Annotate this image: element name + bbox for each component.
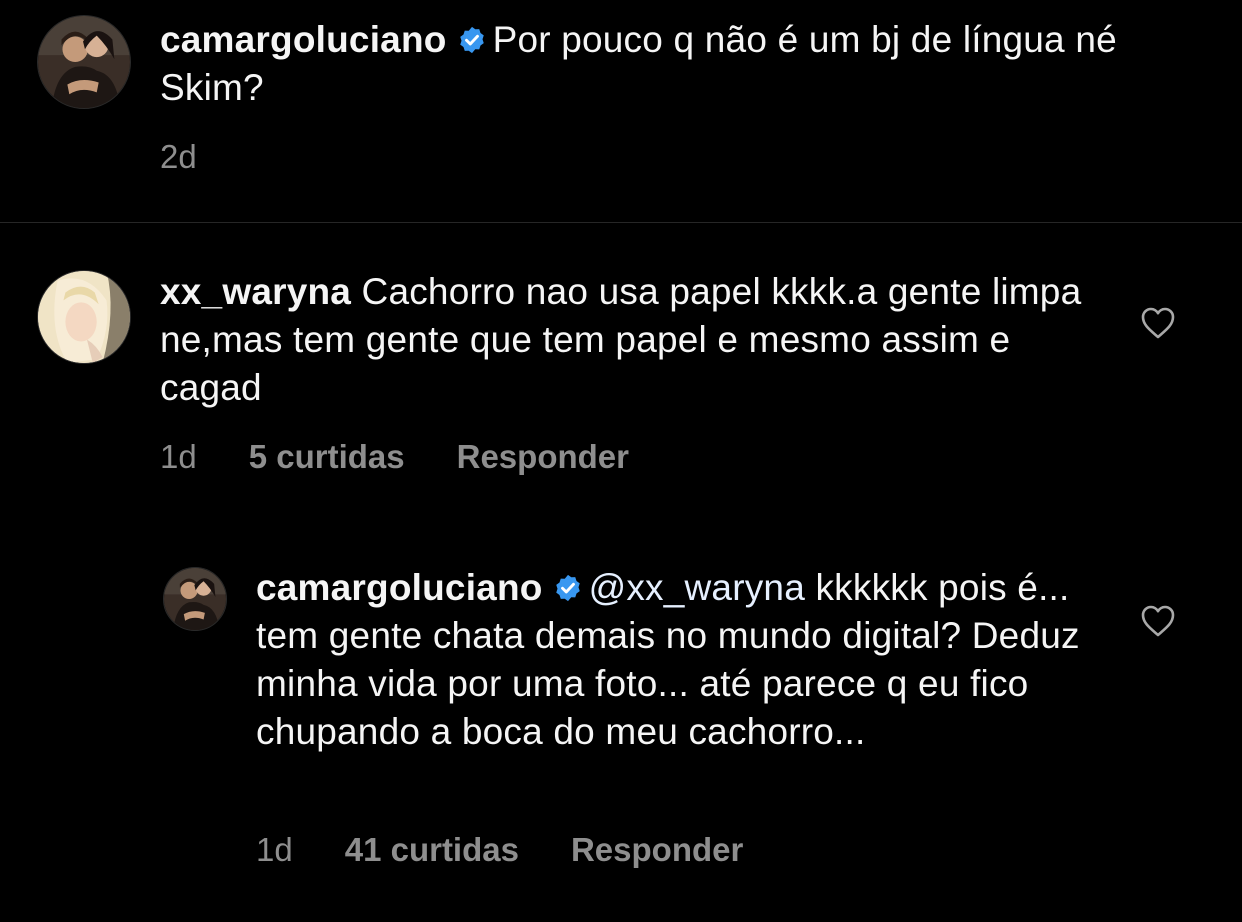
reply-meta: 1d 41 curtidas Responder <box>256 830 743 870</box>
comment-reply-button[interactable]: Responder <box>457 438 629 475</box>
heart-outline-icon[interactable] <box>1140 306 1176 340</box>
comment-username[interactable]: xx_waryna <box>160 271 351 312</box>
comment-timestamp: 1d <box>160 438 197 475</box>
comment-meta: 1d 5 curtidas Responder <box>160 437 629 477</box>
verified-badge-icon <box>457 25 487 55</box>
reply-mention-link[interactable]: @xx_waryna <box>589 567 805 608</box>
heart-outline-icon[interactable] <box>1140 604 1176 638</box>
caption-text-block: camargoluciano Por pouco q não é um bj de… <box>160 16 1220 112</box>
reply-text-block: camargoluciano @xx_waryna kkkkkk pois é..… <box>256 564 1096 756</box>
reply-reply-button[interactable]: Responder <box>571 831 743 868</box>
caption-meta: 2d <box>160 137 197 177</box>
caption-divider <box>0 222 1242 223</box>
reply-avatar[interactable] <box>163 567 227 631</box>
reply-timestamp: 1d <box>256 831 293 868</box>
avatar-photo-couple <box>164 568 226 630</box>
caption-username[interactable]: camargoluciano <box>160 19 447 60</box>
reply-likes-count[interactable]: 41 curtidas <box>345 831 519 868</box>
caption-avatar[interactable] <box>37 15 131 109</box>
reply-username[interactable]: camargoluciano <box>256 567 543 608</box>
avatar-photo-couple <box>38 16 130 108</box>
caption-timestamp: 2d <box>160 138 197 175</box>
avatar-photo-blonde <box>38 271 130 363</box>
comment-avatar[interactable] <box>37 270 131 364</box>
verified-badge-icon <box>553 573 583 603</box>
comment-text-block: xx_waryna Cachorro nao usa papel kkkk.a … <box>160 268 1120 412</box>
comment-likes-count[interactable]: 5 curtidas <box>249 438 405 475</box>
